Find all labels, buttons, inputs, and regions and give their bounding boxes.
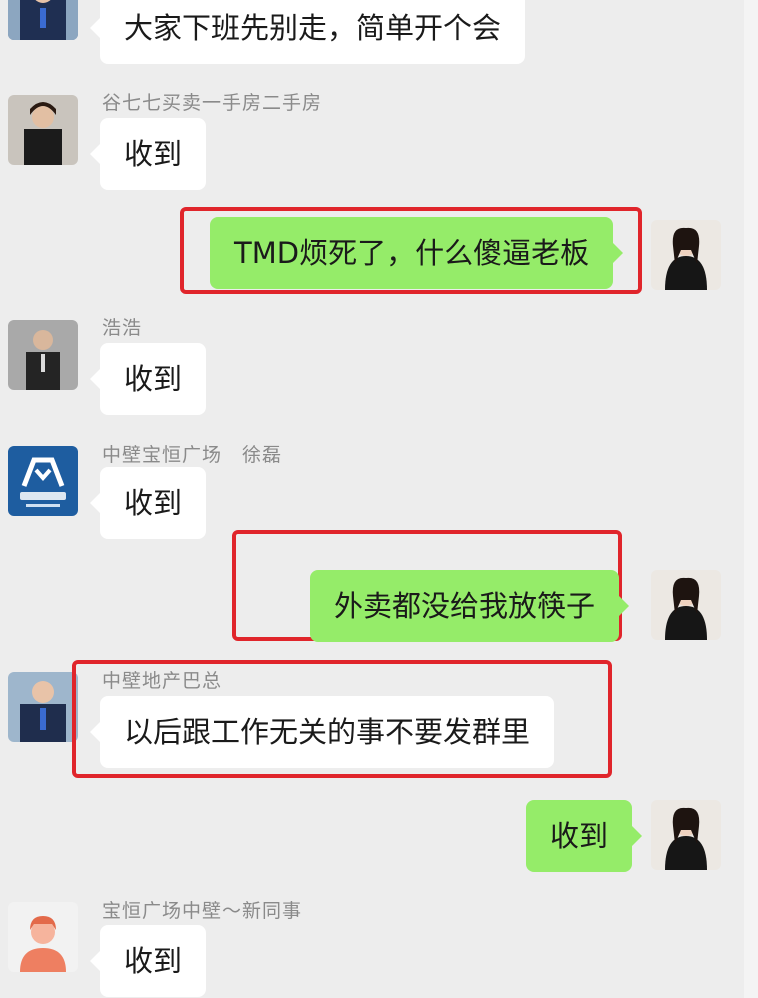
sender-name: 浩浩 <box>102 317 143 339</box>
avatar-gu-qiqi[interactable] <box>8 95 78 165</box>
message-bubble[interactable]: 收到 <box>89 118 207 190</box>
scrollbar[interactable] <box>744 0 758 998</box>
avatar-ba-zong[interactable] <box>8 672 78 742</box>
message-bubble-outgoing[interactable]: TMD烦死了，什么傻逼老板 <box>210 217 624 289</box>
avatar-boss-top[interactable] <box>8 0 78 40</box>
avatar-self[interactable] <box>651 800 721 870</box>
person-photo-icon <box>651 570 721 640</box>
message-bubble[interactable]: 收到 <box>89 925 207 997</box>
message-bubble[interactable]: 收到 <box>89 467 207 539</box>
message-bubble[interactable]: 收到 <box>89 343 207 415</box>
message-bubble[interactable]: 以后跟工作无关的事不要发群里 <box>89 696 555 768</box>
sender-name: 中壁宝恒广场 徐磊 <box>102 444 283 466</box>
person-photo-icon <box>8 672 78 742</box>
person-photo-icon <box>651 800 721 870</box>
message-bubble-outgoing[interactable]: 外卖都没给我放筷子 <box>310 570 630 642</box>
person-photo-icon <box>8 0 78 40</box>
sender-name: 谷七七买卖一手房二手房 <box>102 92 323 114</box>
avatar-haohao[interactable] <box>8 320 78 390</box>
sender-name: 宝恒广场中壁～新同事 <box>102 900 303 922</box>
person-photo-icon <box>651 220 721 290</box>
person-photo-icon <box>8 95 78 165</box>
person-photo-icon <box>8 320 78 390</box>
avatar-self[interactable] <box>651 570 721 640</box>
sender-name: 中壁地产巴总 <box>102 670 223 692</box>
message-bubble-outgoing[interactable]: 收到 <box>526 800 643 872</box>
avatar-new-colleague[interactable] <box>8 902 78 972</box>
avatar-self[interactable] <box>651 220 721 290</box>
message-bubble[interactable]: 大家下班先别走，简单开个会 <box>89 0 526 64</box>
zhongbi-logo-icon <box>8 446 78 516</box>
avatar-xu-lei[interactable] <box>8 446 78 516</box>
person-placeholder-icon <box>8 902 78 972</box>
